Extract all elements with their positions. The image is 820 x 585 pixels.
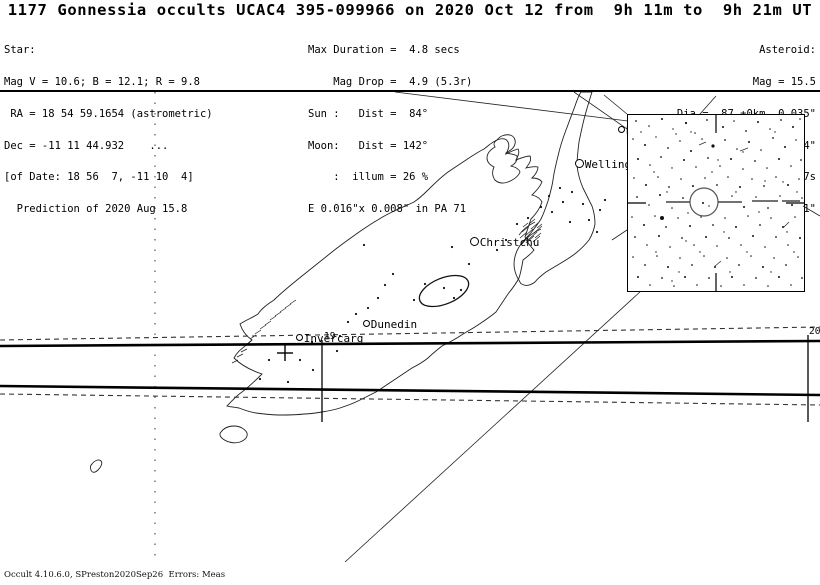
city-marker-ring bbox=[362, 320, 370, 327]
max-duration: Max Duration = 4.8 secs bbox=[308, 44, 460, 57]
footer-credit: Occult 4.10.6.0, SPreston2020Sep26 Error… bbox=[4, 570, 226, 580]
stewart-island bbox=[219, 425, 248, 444]
star-magnitudes: Mag V = 10.6; B = 12.1; R = 9.8 bbox=[4, 75, 200, 88]
city-marker-ring bbox=[295, 334, 303, 341]
city-name: Christchu bbox=[479, 236, 540, 249]
shadow-ellipse bbox=[418, 274, 470, 308]
occult-prediction-page: 1177 Gonnessia occults UCAC4 395-099966 … bbox=[0, 0, 820, 585]
star-field-inset[interactable] bbox=[627, 114, 805, 292]
city-label-invercargill[interactable]: Invercarg bbox=[256, 322, 363, 355]
asteroid-magnitude: Mag = 15.5 bbox=[752, 75, 816, 88]
star-heading: Star: bbox=[4, 44, 36, 57]
path-south-limit bbox=[0, 393, 820, 406]
path-north-edge bbox=[0, 339, 820, 348]
north-island-west-cape bbox=[486, 134, 521, 184]
tick-label-20: 20 bbox=[809, 326, 820, 337]
city-label-christchurch[interactable]: Christchu bbox=[430, 226, 539, 259]
city-marker-ring bbox=[574, 159, 584, 168]
path-south-edge bbox=[0, 384, 820, 397]
mag-drop: Mag Drop = 4.9 (5.3r) bbox=[308, 75, 473, 88]
city-marker-ring bbox=[617, 126, 625, 133]
small-island-southwest bbox=[89, 459, 103, 473]
star-field-canvas bbox=[628, 115, 804, 291]
header: 1177 Gonnessia occults UCAC4 395-099966 … bbox=[0, 0, 820, 214]
city-marker-ring bbox=[469, 237, 479, 246]
asteroid-heading: Asteroid: bbox=[759, 44, 816, 57]
tick-label-19: 19 bbox=[324, 331, 336, 342]
page-title: 1177 Gonnessia occults UCAC4 395-099966 … bbox=[7, 1, 813, 19]
city-name: Dunedin bbox=[370, 318, 418, 331]
